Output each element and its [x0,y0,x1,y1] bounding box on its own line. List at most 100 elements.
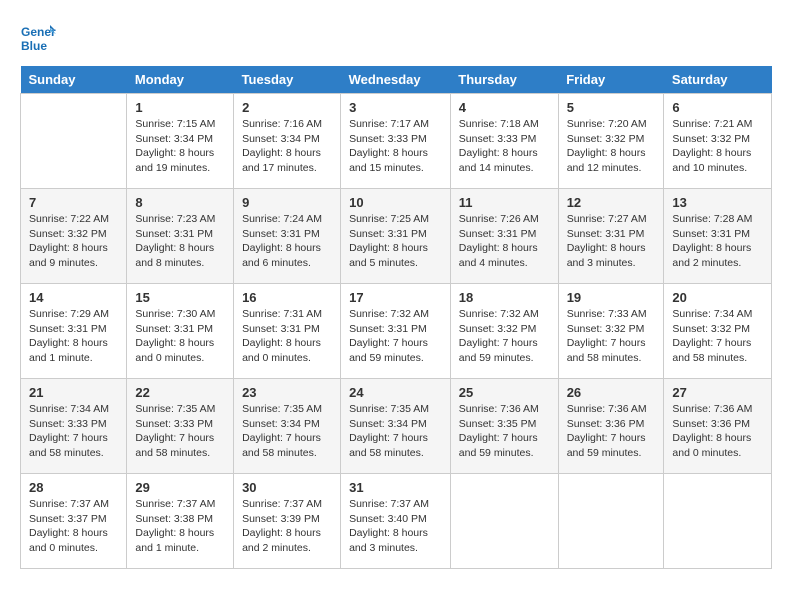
sunrise-text: Sunrise: 7:15 AM [135,118,215,130]
cell-info: Sunrise: 7:16 AM Sunset: 3:34 PM Dayligh… [242,117,332,176]
sunset-text: Sunset: 3:38 PM [135,513,213,525]
cell-info: Sunrise: 7:35 AM Sunset: 3:33 PM Dayligh… [135,402,225,461]
calendar-cell: 20 Sunrise: 7:34 AM Sunset: 3:32 PM Dayl… [664,284,772,379]
day-number: 21 [29,385,118,400]
calendar-cell: 1 Sunrise: 7:15 AM Sunset: 3:34 PM Dayli… [127,94,234,189]
sunset-text: Sunset: 3:32 PM [29,228,107,240]
calendar-cell: 22 Sunrise: 7:35 AM Sunset: 3:33 PM Dayl… [127,379,234,474]
cell-info: Sunrise: 7:29 AM Sunset: 3:31 PM Dayligh… [29,307,118,366]
calendar-cell: 30 Sunrise: 7:37 AM Sunset: 3:39 PM Dayl… [234,474,341,569]
day-number: 8 [135,195,225,210]
sunset-text: Sunset: 3:32 PM [672,133,750,145]
calendar-cell: 13 Sunrise: 7:28 AM Sunset: 3:31 PM Dayl… [664,189,772,284]
day-number: 18 [459,290,550,305]
sunrise-text: Sunrise: 7:18 AM [459,118,539,130]
daylight-text: Daylight: 8 hours and 5 minutes. [349,242,428,269]
sunrise-text: Sunrise: 7:34 AM [29,403,109,415]
calendar-cell: 12 Sunrise: 7:27 AM Sunset: 3:31 PM Dayl… [558,189,664,284]
calendar-week-1: 1 Sunrise: 7:15 AM Sunset: 3:34 PM Dayli… [21,94,772,189]
calendar-cell: 18 Sunrise: 7:32 AM Sunset: 3:32 PM Dayl… [450,284,558,379]
daylight-text: Daylight: 7 hours and 58 minutes. [567,337,646,364]
day-number: 22 [135,385,225,400]
daylight-text: Daylight: 7 hours and 58 minutes. [135,432,214,459]
sunrise-text: Sunrise: 7:16 AM [242,118,322,130]
cell-info: Sunrise: 7:26 AM Sunset: 3:31 PM Dayligh… [459,212,550,271]
cell-info: Sunrise: 7:22 AM Sunset: 3:32 PM Dayligh… [29,212,118,271]
day-number: 16 [242,290,332,305]
sunset-text: Sunset: 3:31 PM [29,323,107,335]
day-number: 26 [567,385,656,400]
sunset-text: Sunset: 3:33 PM [29,418,107,430]
sunset-text: Sunset: 3:32 PM [459,323,537,335]
calendar-cell: 27 Sunrise: 7:36 AM Sunset: 3:36 PM Dayl… [664,379,772,474]
cell-info: Sunrise: 7:36 AM Sunset: 3:36 PM Dayligh… [567,402,656,461]
cell-info: Sunrise: 7:28 AM Sunset: 3:31 PM Dayligh… [672,212,763,271]
daylight-text: Daylight: 8 hours and 3 minutes. [567,242,646,269]
sunset-text: Sunset: 3:36 PM [672,418,750,430]
sunset-text: Sunset: 3:40 PM [349,513,427,525]
sunrise-text: Sunrise: 7:30 AM [135,308,215,320]
day-number: 10 [349,195,442,210]
page-header: General Blue [20,20,772,56]
cell-info: Sunrise: 7:37 AM Sunset: 3:40 PM Dayligh… [349,497,442,556]
header-thursday: Thursday [450,66,558,94]
sunrise-text: Sunrise: 7:32 AM [349,308,429,320]
calendar-table: SundayMondayTuesdayWednesdayThursdayFrid… [20,66,772,569]
daylight-text: Daylight: 8 hours and 0 minutes. [135,337,214,364]
cell-info: Sunrise: 7:36 AM Sunset: 3:36 PM Dayligh… [672,402,763,461]
cell-info: Sunrise: 7:34 AM Sunset: 3:33 PM Dayligh… [29,402,118,461]
daylight-text: Daylight: 8 hours and 6 minutes. [242,242,321,269]
cell-info: Sunrise: 7:30 AM Sunset: 3:31 PM Dayligh… [135,307,225,366]
sunrise-text: Sunrise: 7:35 AM [135,403,215,415]
sunrise-text: Sunrise: 7:34 AM [672,308,752,320]
daylight-text: Daylight: 8 hours and 2 minutes. [672,242,751,269]
daylight-text: Daylight: 8 hours and 10 minutes. [672,147,751,174]
sunset-text: Sunset: 3:31 PM [242,228,320,240]
calendar-cell: 7 Sunrise: 7:22 AM Sunset: 3:32 PM Dayli… [21,189,127,284]
sunrise-text: Sunrise: 7:26 AM [459,213,539,225]
day-number: 3 [349,100,442,115]
cell-info: Sunrise: 7:32 AM Sunset: 3:31 PM Dayligh… [349,307,442,366]
calendar-cell: 2 Sunrise: 7:16 AM Sunset: 3:34 PM Dayli… [234,94,341,189]
calendar-cell: 23 Sunrise: 7:35 AM Sunset: 3:34 PM Dayl… [234,379,341,474]
header-saturday: Saturday [664,66,772,94]
header-tuesday: Tuesday [234,66,341,94]
sunset-text: Sunset: 3:31 PM [242,323,320,335]
day-number: 2 [242,100,332,115]
day-number: 20 [672,290,763,305]
daylight-text: Daylight: 8 hours and 3 minutes. [349,527,428,554]
calendar-cell: 14 Sunrise: 7:29 AM Sunset: 3:31 PM Dayl… [21,284,127,379]
sunset-text: Sunset: 3:33 PM [349,133,427,145]
cell-info: Sunrise: 7:36 AM Sunset: 3:35 PM Dayligh… [459,402,550,461]
sunset-text: Sunset: 3:34 PM [242,418,320,430]
daylight-text: Daylight: 7 hours and 58 minutes. [672,337,751,364]
sunset-text: Sunset: 3:34 PM [349,418,427,430]
daylight-text: Daylight: 8 hours and 0 minutes. [242,337,321,364]
calendar-cell [558,474,664,569]
day-number: 6 [672,100,763,115]
cell-info: Sunrise: 7:37 AM Sunset: 3:39 PM Dayligh… [242,497,332,556]
cell-info: Sunrise: 7:27 AM Sunset: 3:31 PM Dayligh… [567,212,656,271]
daylight-text: Daylight: 7 hours and 59 minutes. [459,432,538,459]
sunrise-text: Sunrise: 7:37 AM [242,498,322,510]
calendar-cell: 3 Sunrise: 7:17 AM Sunset: 3:33 PM Dayli… [341,94,451,189]
day-number: 12 [567,195,656,210]
calendar-week-4: 21 Sunrise: 7:34 AM Sunset: 3:33 PM Dayl… [21,379,772,474]
calendar-cell [664,474,772,569]
sunrise-text: Sunrise: 7:23 AM [135,213,215,225]
calendar-cell: 5 Sunrise: 7:20 AM Sunset: 3:32 PM Dayli… [558,94,664,189]
daylight-text: Daylight: 7 hours and 58 minutes. [242,432,321,459]
sunset-text: Sunset: 3:31 PM [459,228,537,240]
sunset-text: Sunset: 3:31 PM [135,323,213,335]
daylight-text: Daylight: 8 hours and 4 minutes. [459,242,538,269]
daylight-text: Daylight: 7 hours and 59 minutes. [567,432,646,459]
day-number: 15 [135,290,225,305]
sunrise-text: Sunrise: 7:36 AM [672,403,752,415]
daylight-text: Daylight: 7 hours and 58 minutes. [29,432,108,459]
calendar-cell [450,474,558,569]
sunrise-text: Sunrise: 7:25 AM [349,213,429,225]
sunrise-text: Sunrise: 7:31 AM [242,308,322,320]
day-number: 31 [349,480,442,495]
sunrise-text: Sunrise: 7:27 AM [567,213,647,225]
sunset-text: Sunset: 3:33 PM [135,418,213,430]
